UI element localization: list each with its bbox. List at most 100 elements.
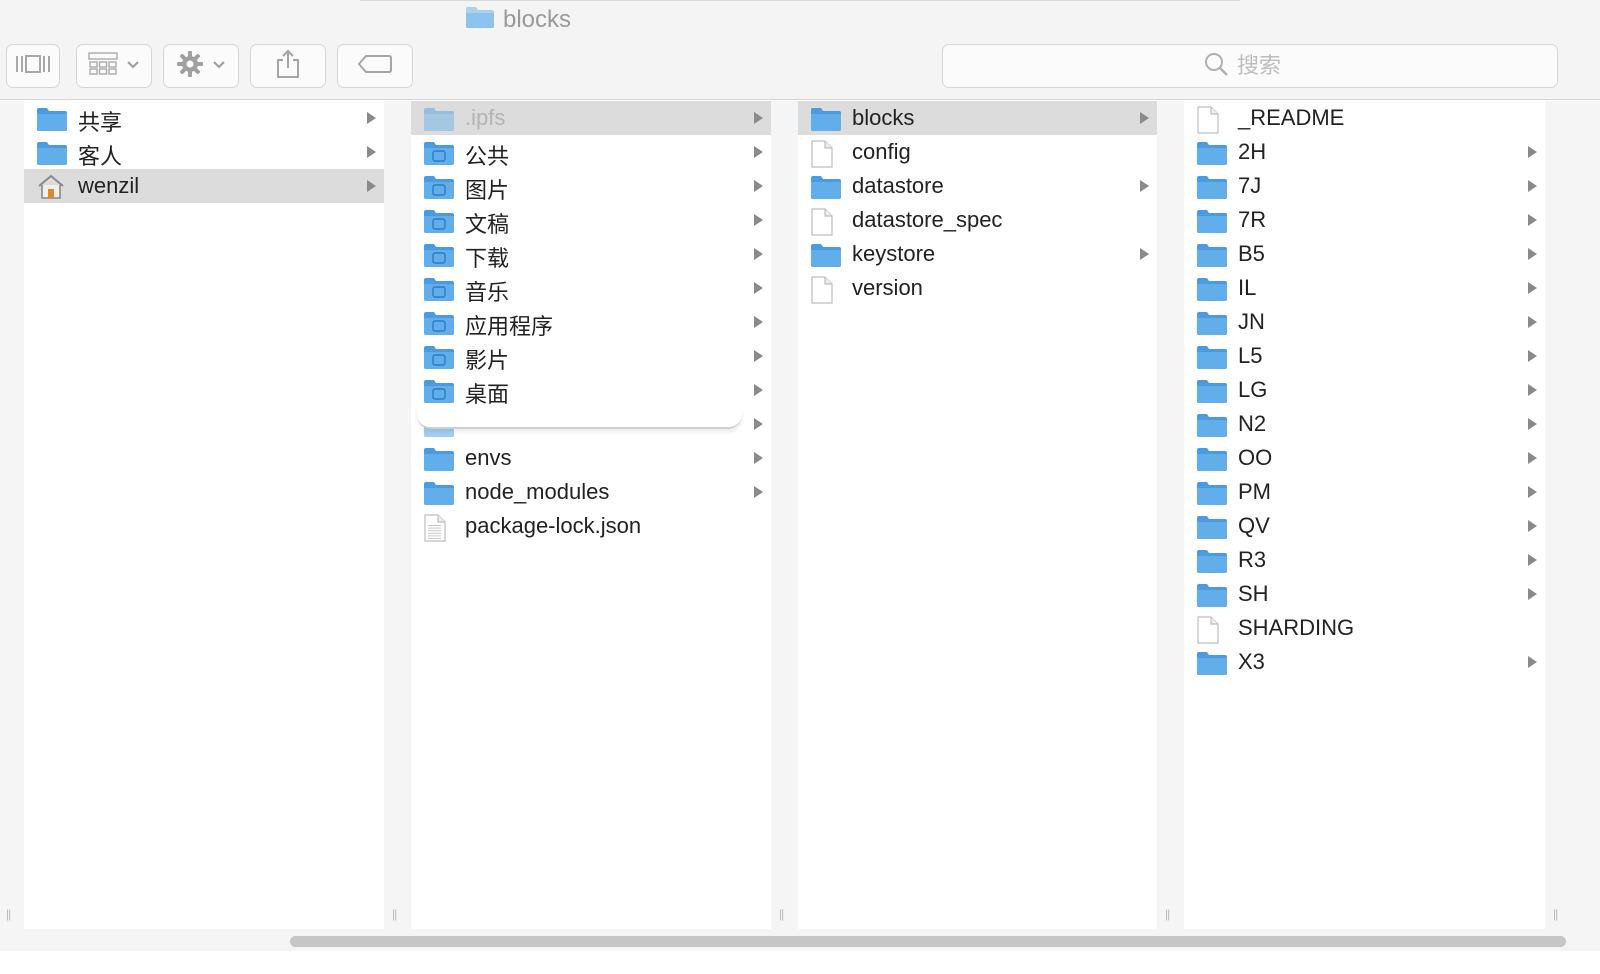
folder-row[interactable]: 客人 xyxy=(24,135,384,169)
folder-row[interactable]: 应用程序 xyxy=(411,305,771,339)
folder-row[interactable]: blocks xyxy=(798,101,1157,135)
row-label: 7R xyxy=(1238,207,1267,232)
folder-row[interactable]: 图片 xyxy=(411,169,771,203)
folder-row[interactable]: R3 xyxy=(1184,543,1545,577)
row-label: 音乐 xyxy=(465,280,510,305)
folder-icon xyxy=(423,480,455,512)
folder-icon xyxy=(1196,310,1228,342)
column-resizer-2[interactable]: || xyxy=(771,101,798,929)
folder-row[interactable]: 7J xyxy=(1184,169,1545,203)
file-row[interactable]: datastore_spec xyxy=(798,203,1157,237)
folder-row[interactable]: LG xyxy=(1184,373,1545,407)
disclosure-arrow-icon xyxy=(754,452,763,464)
folder-row[interactable]: JN xyxy=(1184,305,1545,339)
disclosure-arrow-icon xyxy=(1528,146,1537,158)
disclosure-arrow-icon xyxy=(754,214,763,226)
folder-row[interactable]: N2 xyxy=(1184,407,1545,441)
folder-row[interactable]: 公共 xyxy=(411,135,771,169)
folder-row[interactable]: SH xyxy=(1184,577,1545,611)
folder-row[interactable]: B5 xyxy=(1184,237,1545,271)
disclosure-arrow-icon xyxy=(754,112,763,124)
row-label: SHARDING xyxy=(1238,615,1355,640)
search-box[interactable] xyxy=(942,44,1558,88)
search-icon xyxy=(1203,51,1229,82)
folder-row[interactable]: QV xyxy=(1184,509,1545,543)
row-label: 应用程序 xyxy=(465,314,554,339)
downloads-folder-icon xyxy=(423,242,455,274)
disclosure-arrow-icon xyxy=(754,418,763,430)
disclosure-arrow-icon xyxy=(754,316,763,328)
disclosure-arrow-icon xyxy=(367,112,376,124)
row-label: package-lock.json xyxy=(465,513,642,538)
folder-icon xyxy=(1196,208,1228,240)
row-label: OO xyxy=(1238,445,1273,470)
title-bar: blocks xyxy=(0,0,1600,38)
toolbar xyxy=(0,38,1600,100)
chevron-down-icon xyxy=(212,57,226,75)
movies-folder-icon xyxy=(423,344,455,376)
folder-row[interactable]: 下载 xyxy=(411,237,771,271)
row-label: L5 xyxy=(1238,343,1263,368)
file-icon xyxy=(810,276,834,310)
folder-row[interactable]: envs xyxy=(411,441,771,475)
folder-row[interactable]: IL xyxy=(1184,271,1545,305)
column-2: .ipfs 公共 图片文稿 下载音乐应用程序影片 桌面 envs node_modulesp… xyxy=(411,101,771,929)
folder-row[interactable]: 桌面 xyxy=(411,373,771,407)
folder-row[interactable]: 文稿 xyxy=(411,203,771,237)
column-resizer-1[interactable]: || xyxy=(384,101,411,929)
file-row[interactable]: version xyxy=(798,271,1157,305)
row-label: 公共 xyxy=(465,144,510,169)
folder-icon xyxy=(1196,446,1228,478)
disclosure-arrow-icon xyxy=(754,282,763,294)
share-icon xyxy=(275,49,301,84)
folder-icon xyxy=(423,446,455,478)
file-row[interactable]: config xyxy=(798,135,1157,169)
share-button[interactable] xyxy=(250,44,326,88)
folder-row[interactable]: wenzil xyxy=(24,169,384,203)
row-label: .ipfs xyxy=(465,105,506,130)
disclosure-arrow-icon xyxy=(1528,350,1537,362)
folder-row[interactable]: OO xyxy=(1184,441,1545,475)
pictures-folder-icon xyxy=(423,174,455,206)
folder-row[interactable]: PM xyxy=(1184,475,1545,509)
folder-icon xyxy=(810,106,842,138)
column-4: _README 2H 7J 7R B5 IL JN L5 LG N2 OO PM QV R3 SH SHARD… xyxy=(1184,101,1545,929)
row-label: version xyxy=(852,275,923,300)
horizontal-scroll-thumb[interactable] xyxy=(290,936,1566,947)
disclosure-arrow-icon xyxy=(1528,418,1537,430)
file-row[interactable]: SHARDING xyxy=(1184,611,1545,645)
row-label: 文稿 xyxy=(465,212,510,237)
folder-row[interactable]: 共享 xyxy=(24,101,384,135)
column-resizer-4[interactable]: || xyxy=(1545,101,1600,929)
column-resizer-0[interactable]: || xyxy=(0,101,24,929)
file-row[interactable]: package-lock.json xyxy=(411,509,771,543)
search-input[interactable] xyxy=(1237,53,1297,79)
column-view-button[interactable] xyxy=(6,44,60,88)
resize-grip-icon: || xyxy=(779,907,784,921)
folder-row[interactable]: keystore xyxy=(798,237,1157,271)
folder-icon xyxy=(1196,140,1228,172)
row-label: node_modules xyxy=(465,479,610,504)
folder-row[interactable]: 音乐 xyxy=(411,271,771,305)
disclosure-arrow-icon xyxy=(367,146,376,158)
file-row[interactable]: _README xyxy=(1184,101,1545,135)
home-icon xyxy=(36,174,66,206)
column-resizer-3[interactable]: || xyxy=(1157,101,1184,929)
folder-row[interactable]: L5 xyxy=(1184,339,1545,373)
column-view-icon xyxy=(14,53,52,80)
folder-row[interactable]: .ipfs xyxy=(411,101,771,135)
row-label: 共享 xyxy=(78,110,123,135)
folder-icon xyxy=(810,174,842,206)
folder-row[interactable]: X3 xyxy=(1184,645,1545,679)
folder-row[interactable]: 2H xyxy=(1184,135,1545,169)
disclosure-arrow-icon xyxy=(1528,180,1537,192)
folder-row[interactable]: datastore xyxy=(798,169,1157,203)
row-label: PM xyxy=(1238,479,1271,504)
folder-row[interactable]: 7R xyxy=(1184,203,1545,237)
tag-button[interactable] xyxy=(337,44,413,88)
row-label: 影片 xyxy=(465,348,510,373)
folder-row[interactable]: 影片 xyxy=(411,339,771,373)
folder-row[interactable]: node_modules xyxy=(411,475,771,509)
action-button[interactable] xyxy=(163,44,239,88)
group-button[interactable] xyxy=(76,44,152,88)
